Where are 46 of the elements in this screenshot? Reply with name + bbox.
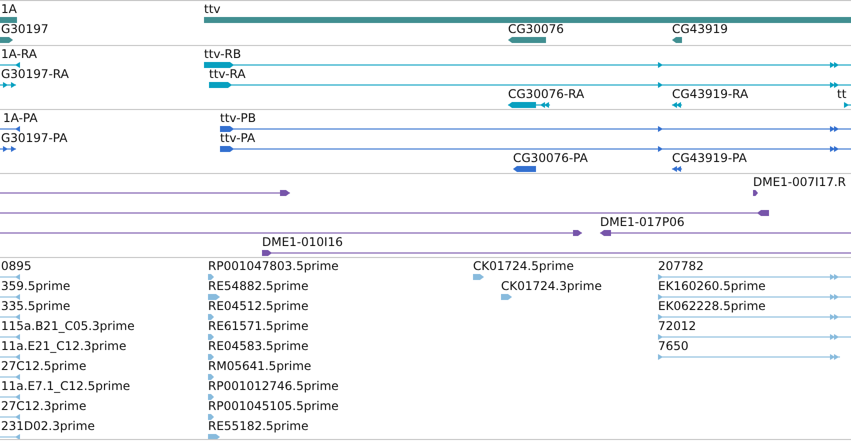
feature-label: 115a.B21_C05.3prime xyxy=(1,319,135,333)
feature-label: ttv-RB xyxy=(204,47,242,61)
feature-label: 11a.E7.1_C12.5prime xyxy=(1,379,130,393)
feature-label: RP001045105.5prime xyxy=(208,399,339,413)
feature-label: 27C12.3prime xyxy=(1,399,86,413)
feature-label: EK160260.5prime xyxy=(658,279,766,293)
feature-label: 207782 xyxy=(658,259,704,273)
feature-label: RM05641.5prime xyxy=(208,359,312,373)
feature-label: CG30076 xyxy=(508,22,564,36)
feature-label: DME1-007I17.R xyxy=(753,175,846,189)
feature-label: 1A-RA xyxy=(1,47,37,61)
feature-label: RE54882.5prime xyxy=(208,279,308,293)
feature-label: G30197 xyxy=(1,22,48,36)
feature-label: G30197-PA xyxy=(1,131,68,145)
feature-label: 0895 xyxy=(1,259,32,273)
feature-label: CG30076-PA xyxy=(513,151,588,165)
feature-label: 27C12.5prime xyxy=(1,359,86,373)
feature-label: DME1-010I16 xyxy=(262,235,343,249)
feature-label: 359.5prime xyxy=(1,279,70,293)
feature-label: ttv-PB xyxy=(220,111,256,125)
feature-label: 1A-PA xyxy=(3,111,38,125)
feature-label: 11a.E21_C12.3prime xyxy=(1,339,126,353)
feature-label: DME1-017P06 xyxy=(600,215,685,229)
feature-label: CK01724.3prime xyxy=(501,279,602,293)
feature-label: ttv-RA xyxy=(209,67,246,81)
feature-label: 231D02.3prime xyxy=(1,419,95,433)
feature-label: RP001047803.5prime xyxy=(208,259,339,273)
feature-label: RP001012746.5prime xyxy=(208,379,339,393)
feature-label: EK062228.5prime xyxy=(658,299,766,313)
feature-label: CG30076-RA xyxy=(508,87,584,101)
feature-label: 72012 xyxy=(658,319,696,333)
feature-label: RE04512.5prime xyxy=(208,299,308,313)
feature-label: tt xyxy=(837,87,846,101)
feature-label: CG43919-PA xyxy=(672,151,747,165)
feature-label: ttv xyxy=(204,2,221,16)
feature-label: 7650 xyxy=(658,339,689,353)
feature-label: CG43919-RA xyxy=(672,87,748,101)
feature-label: RE55182.5prime xyxy=(208,419,308,433)
feature-label: CG43919 xyxy=(672,22,728,36)
feature-label: RE61571.5prime xyxy=(208,319,308,333)
feature-label: 335.5prime xyxy=(1,299,70,313)
feature-label: 1A xyxy=(1,2,17,16)
feature-label: RE04583.5prime xyxy=(208,339,308,353)
feature-label: G30197-RA xyxy=(1,67,69,81)
feature-label: ttv-PA xyxy=(220,131,256,145)
feature-label: CK01724.5prime xyxy=(473,259,574,273)
